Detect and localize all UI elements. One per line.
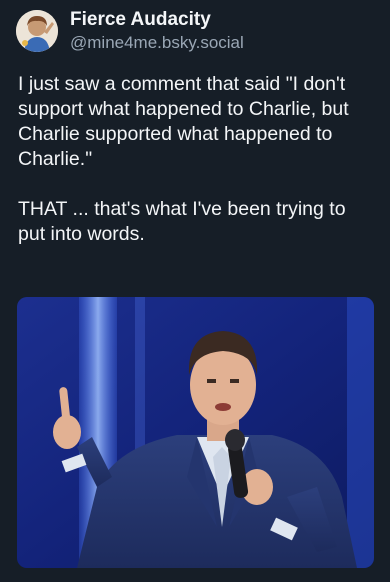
author-display-name[interactable]: Fierce Audacity <box>70 8 244 32</box>
avatar-image <box>16 10 58 52</box>
speaker-photo <box>17 297 374 568</box>
author-handle[interactable]: @mine4me.bsky.social <box>70 32 244 54</box>
post-paragraph: I just saw a comment that said "I don't … <box>18 73 349 170</box>
post-image[interactable] <box>17 297 374 568</box>
post-header: Fierce Audacity @mine4me.bsky.social <box>16 8 244 54</box>
author-names: Fierce Audacity @mine4me.bsky.social <box>70 8 244 54</box>
post[interactable]: Fierce Audacity @mine4me.bsky.social I j… <box>0 0 390 582</box>
post-paragraph: THAT ... that's what I've been trying to… <box>18 198 346 245</box>
author-avatar[interactable] <box>16 10 58 52</box>
post-text: I just saw a comment that said "I don't … <box>18 72 376 247</box>
